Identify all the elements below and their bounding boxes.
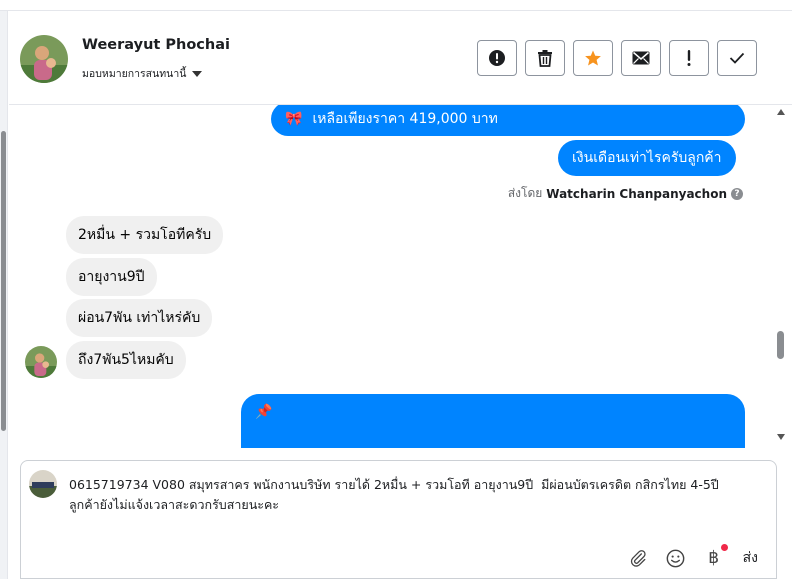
assign-label: มอบหมายการสนทนานี้: [82, 68, 187, 80]
window-top-edge: [0, 0, 792, 11]
baht-icon: ฿: [708, 548, 720, 568]
star-button[interactable]: [573, 40, 613, 76]
trash-icon: [538, 50, 552, 67]
message-incoming[interactable]: อายุงาน9ปี: [66, 258, 157, 296]
left-scrollbar-thumb[interactable]: [1, 131, 6, 431]
exclamation-icon: [687, 50, 691, 66]
smiley-icon: [666, 549, 685, 567]
header-actions: [477, 40, 757, 76]
scroll-down-icon[interactable]: [777, 434, 785, 440]
message-composer[interactable]: 0615719734 V080 สมุทรสาคร พนักงานบริษัท …: [20, 460, 777, 579]
alert-circle-icon: [489, 50, 505, 66]
composer-input[interactable]: 0615719734 V080 สมุทรสาคร พนักงานบริษัท …: [69, 475, 769, 515]
message-thread[interactable]: 🎀 เหลือเพียงราคา 419,000 บาท เงินเดือนเท…: [9, 105, 772, 448]
scroll-up-icon[interactable]: [777, 109, 785, 115]
paperclip-icon: [630, 550, 646, 567]
delete-button[interactable]: [525, 40, 565, 76]
ribbon-emoji: 🎀: [285, 111, 303, 127]
mark-unread-button[interactable]: [621, 40, 661, 76]
notification-dot: [720, 544, 728, 551]
conversation-header: Weerayut Phochai มอบหมายการสนทนานี้: [9, 12, 792, 105]
message-outgoing[interactable]: 🎀 เหลือเพียงราคา 419,000 บาท: [271, 105, 745, 136]
composer-tools: ฿ ส่ง: [627, 544, 758, 569]
help-icon[interactable]: ?: [731, 187, 743, 200]
pushpin-emoji: 📌: [255, 404, 273, 420]
attach-button[interactable]: [627, 547, 649, 569]
send-button[interactable]: ส่ง: [743, 547, 758, 569]
thread-scrollbar[interactable]: [772, 105, 792, 448]
spam-button[interactable]: [477, 40, 517, 76]
star-icon: [585, 50, 601, 66]
message-incoming[interactable]: 2หมื่น + รวมโอทีครับ: [66, 216, 224, 254]
emoji-button[interactable]: [665, 547, 687, 569]
check-icon: [729, 52, 745, 64]
follow-up-button[interactable]: [669, 40, 709, 76]
assign-conversation-dropdown[interactable]: มอบหมายการสนทนานี้: [82, 65, 203, 82]
envelope-icon: [632, 51, 650, 65]
caret-down-icon: [192, 70, 203, 77]
sender-name: Watcharin Chanpanyachon: [546, 186, 727, 201]
message-outgoing[interactable]: เงินเดือนเท่าไรครับลูกค้า: [558, 140, 736, 176]
left-panel-scrollbar[interactable]: [0, 11, 8, 579]
message-outgoing[interactable]: 📌: [241, 394, 745, 448]
message-incoming[interactable]: ผ่อน7พัน เท่าไหร่คับ: [66, 299, 213, 337]
message-incoming[interactable]: ถึง7พัน5ไหมคับ: [66, 341, 186, 379]
scrollbar-thumb[interactable]: [777, 331, 784, 359]
agent-avatar: [29, 470, 57, 498]
payment-button[interactable]: ฿: [703, 544, 728, 569]
sent-by-label: ส่งโดย Watcharin Chanpanyachon ?: [508, 184, 743, 203]
contact-name: Weerayut Phochai: [82, 37, 230, 53]
mark-done-button[interactable]: [717, 40, 757, 76]
avatar[interactable]: [20, 35, 68, 83]
avatar[interactable]: [25, 346, 57, 378]
